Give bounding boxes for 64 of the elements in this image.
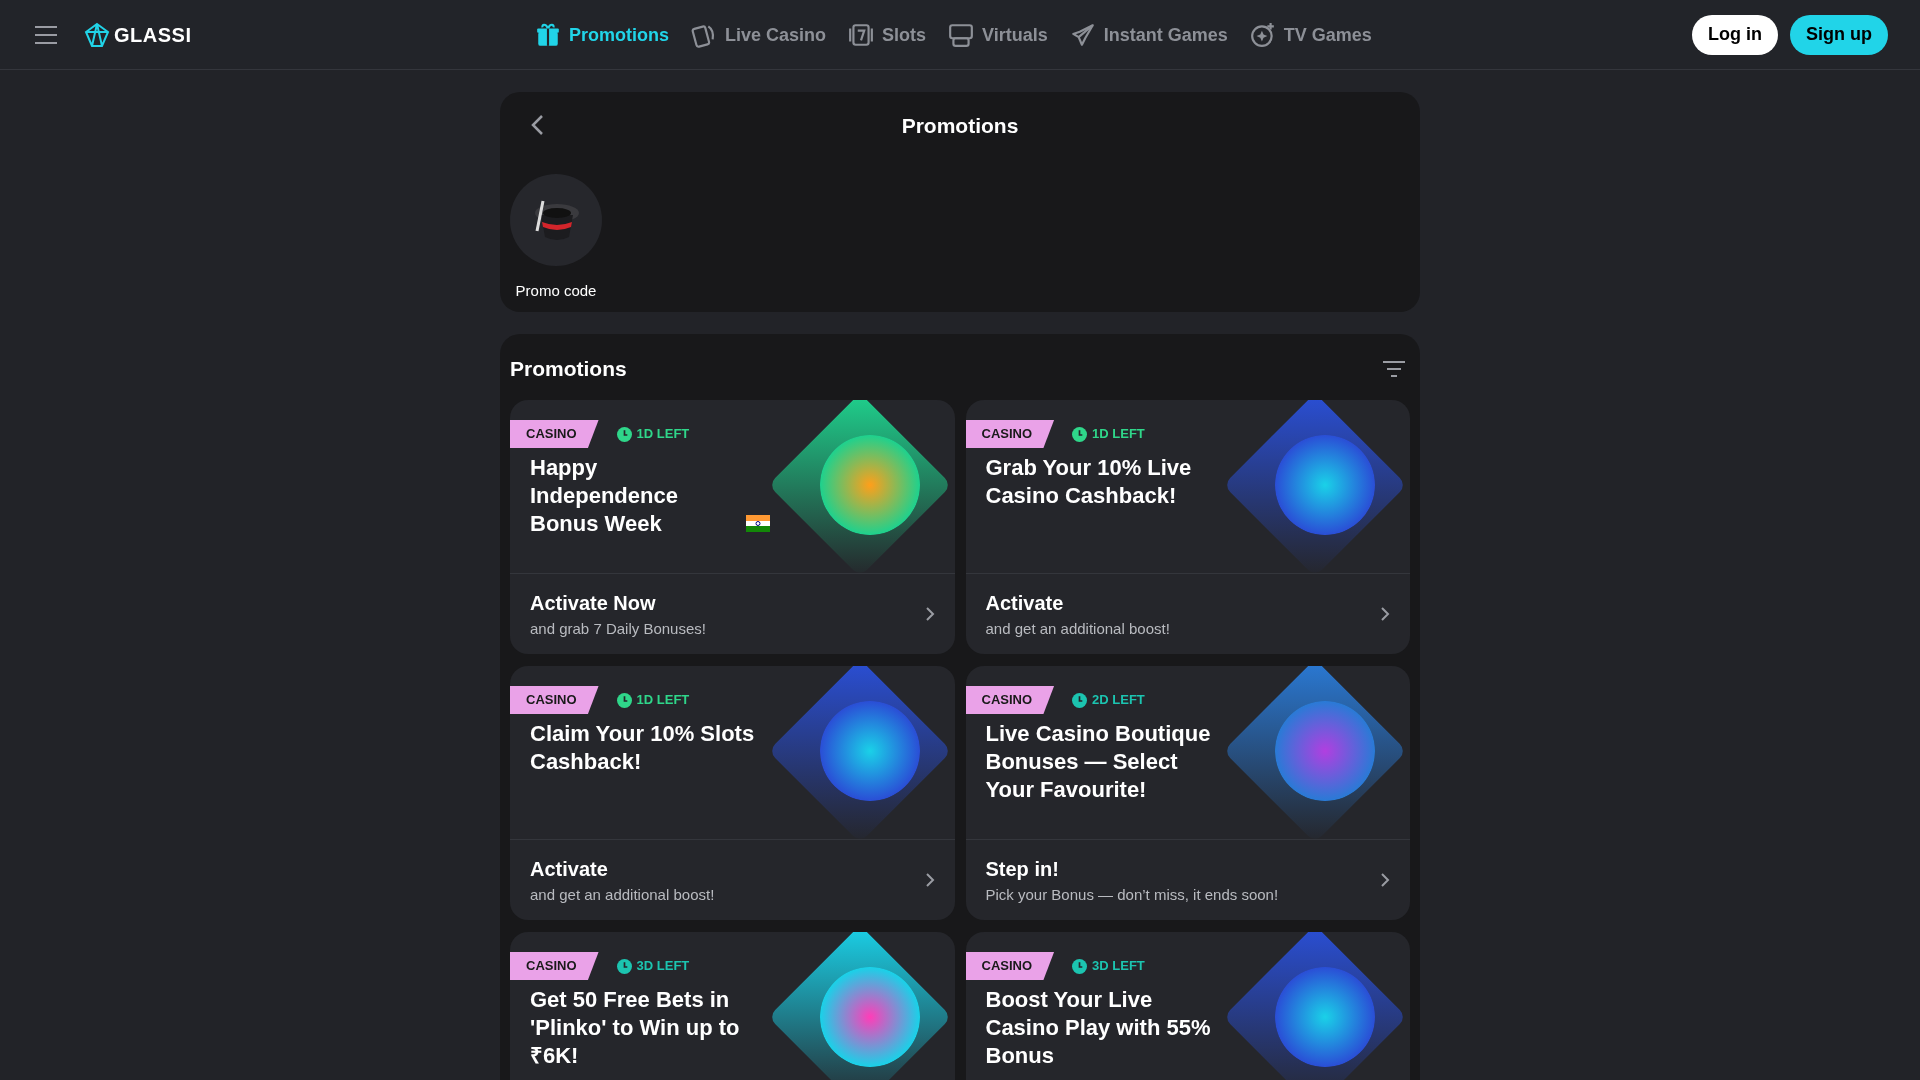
back-icon (530, 114, 544, 136)
category-tag: CASINO (510, 420, 599, 448)
category-tag: CASINO (510, 952, 599, 980)
clock-icon (1072, 958, 1088, 974)
time-left-label: 2D LEFT (1072, 690, 1145, 710)
promotion-title: Claim Your 10% Slots Cashback! (530, 720, 756, 776)
back-button[interactable] (530, 114, 544, 136)
section-title: Promotions (510, 356, 627, 383)
promotion-card[interactable]: CASINO 1D LEFT Happy Independence Bonus Week Activate Now and grab 7 Daily Bonuses! (510, 400, 955, 654)
nav-tab[interactable]: Slots (848, 21, 927, 49)
promotion-title: Live Casino Boutique Bonuses — Select Your Favourite! (985, 720, 1212, 804)
clock-icon (616, 426, 632, 442)
action-label: Activate Now (530, 590, 657, 616)
promotion-card[interactable]: CASINO 2D LEFT Live Casino Boutique Bonuses — Select Your Favourite! Step in! Pick your Bonus — don’t miss, it ends soon! (965, 666, 1410, 920)
action-description: and grab 7 Daily Bonuses! (530, 618, 707, 639)
monitor-icon (948, 22, 975, 48)
time-left-label: 3D LEFT (1072, 956, 1145, 976)
chevron-right-icon (1380, 872, 1390, 888)
category-tag: CASINO (965, 420, 1055, 448)
promotion-title: Get 50 Free Bets in 'Plinko' to Win up to ₹6K! (530, 986, 741, 1070)
cards-icon (691, 22, 717, 48)
nav-tab[interactable]: Virtuals (948, 21, 1048, 49)
nav-tab[interactable]: Promotions (535, 21, 669, 49)
action-label: Activate (985, 590, 1065, 616)
logo-icon (84, 21, 110, 48)
chevron-right-icon (924, 606, 935, 622)
filter-icon (1382, 360, 1406, 378)
logo-text: GLASSI (114, 22, 192, 48)
clock-icon (616, 958, 632, 974)
nav-tab[interactable]: Instant Games (1069, 21, 1228, 49)
sparkle-icon (1249, 22, 1276, 48)
promotion-title: Happy Independence Bonus Week (530, 454, 679, 538)
gift-icon (535, 22, 561, 48)
menu-icon (34, 24, 58, 45)
signup-button[interactable]: Sign up (1790, 14, 1888, 55)
clock-icon (616, 692, 632, 708)
chevron-right-icon (1380, 606, 1390, 622)
filter-button[interactable] (1382, 360, 1406, 378)
action-description: and get an additional boost! (530, 884, 716, 905)
nav-tab[interactable]: TV Games (1249, 21, 1372, 49)
category-tag: CASINO (965, 686, 1055, 714)
chevron-right-icon (924, 872, 935, 888)
action-description: and get an additional boost! (985, 618, 1171, 639)
clock-icon (1072, 692, 1088, 708)
action-description: Pick your Bonus — don’t miss, it ends soon! (985, 884, 1280, 905)
time-left-label: 3D LEFT (616, 956, 690, 976)
promotion-title: Grab Your 10% Live Casino Cashback! (985, 454, 1193, 510)
promotion-card[interactable]: CASINO 1D LEFT Grab Your 10% Live Casino Cashback! Activate and get an additional boost! (965, 400, 1410, 654)
action-label: Step in! (985, 856, 1060, 882)
time-left-label: 1D LEFT (1072, 424, 1145, 444)
promotion-card[interactable]: CASINO 3D LEFT Boost Your Live Casino Play with 55% Bonus (965, 932, 1410, 1080)
time-left-label: 1D LEFT (616, 690, 690, 710)
slot-icon (848, 22, 875, 48)
category-tag: CASINO (510, 686, 599, 714)
clock-icon (1072, 426, 1088, 442)
nav-tab[interactable]: Live Casino (691, 21, 827, 49)
login-button[interactable]: Log in (1692, 14, 1778, 55)
category-tag: CASINO (965, 952, 1055, 980)
page-title: Promotions (901, 113, 1019, 140)
time-left-label: 1D LEFT (616, 424, 690, 444)
promotion-card[interactable]: CASINO 1D LEFT Claim Your 10% Slots Cashback! Activate and get an additional boost! (510, 666, 955, 920)
promotion-title: Boost Your Live Casino Play with 55% Bonus (985, 986, 1212, 1070)
action-label: Activate (530, 856, 609, 882)
promotion-card[interactable]: CASINO 3D LEFT Get 50 Free Bets in 'Plinko' to Win up to ₹6K! (510, 932, 955, 1080)
